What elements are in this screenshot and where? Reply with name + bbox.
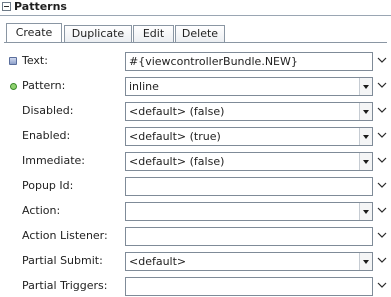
property-row: Immediate: <default> (false) [0,149,391,174]
property-value: <default> (false) [129,155,225,168]
chevron-down-icon[interactable] [377,255,387,265]
property-label: Pattern: [22,79,66,92]
chevron-down-icon[interactable] [377,55,387,65]
property-row: Enabled: <default> (true) [0,124,391,149]
tab-create[interactable]: Create [6,23,62,43]
tab-divider [4,42,387,43]
property-row: Disabled: <default> (false) [0,99,391,124]
chevron-down-icon[interactable] [377,155,387,165]
dropdown-arrow-icon[interactable] [359,128,372,145]
property-combo[interactable]: <default> [125,252,373,271]
property-inspector: Patterns Create Duplicate Edit Delete Te… [0,0,391,297]
section-title: Patterns [14,0,67,13]
property-input[interactable]: #{viewcontrollerBundle.NEW} [125,52,373,71]
property-input[interactable] [125,277,373,296]
property-label: Text: [22,54,48,67]
property-combo[interactable]: <default> (false) [125,152,373,171]
dropdown-arrow-icon[interactable] [359,78,372,95]
property-row: Partial Submit: <default> [0,249,391,274]
property-label: Immediate: [22,154,86,167]
property-input[interactable] [125,177,373,196]
chevron-down-icon[interactable] [377,230,387,240]
property-input[interactable] [125,227,373,246]
property-label: Disabled: [22,104,74,117]
property-row: Partial Triggers: [0,274,391,297]
property-combo[interactable]: inline [125,77,373,96]
dropdown-arrow-icon[interactable] [359,153,372,170]
property-row: Pattern: inline [0,74,391,99]
property-label: Partial Triggers: [22,279,108,292]
property-label: Action: [22,204,61,217]
property-row: Popup Id: [0,174,391,199]
chevron-down-icon[interactable] [377,130,387,140]
dropdown-arrow-icon[interactable] [359,203,372,220]
property-label: Partial Submit: [22,254,103,267]
property-row: Text: #{viewcontrollerBundle.NEW} [0,49,391,74]
property-combo[interactable]: <default> (true) [125,127,373,146]
section-header[interactable]: Patterns [0,0,391,16]
property-value: <default> (false) [129,105,225,118]
tab-edit[interactable]: Edit [133,25,174,42]
tab-delete[interactable]: Delete [175,25,225,42]
collapse-minus-icon[interactable] [2,2,11,11]
property-label: Popup Id: [22,179,74,192]
required-icon [10,83,17,90]
property-combo[interactable]: <default> (false) [125,102,373,121]
dropdown-arrow-icon[interactable] [359,103,372,120]
property-row: Action: [0,199,391,224]
chevron-down-icon[interactable] [377,280,387,290]
tab-bar: Create Duplicate Edit Delete [0,15,391,43]
property-row: Action Listener: [0,224,391,249]
chevron-down-icon[interactable] [377,105,387,115]
property-combo[interactable] [125,202,373,221]
binding-icon [9,57,17,65]
property-value: #{viewcontrollerBundle.NEW} [129,55,298,68]
dropdown-arrow-icon[interactable] [359,253,372,270]
property-value: inline [129,80,159,93]
chevron-down-icon[interactable] [377,80,387,90]
property-value: <default> [129,255,187,268]
chevron-down-icon[interactable] [377,180,387,190]
property-label: Action Listener: [22,229,108,242]
chevron-down-icon[interactable] [377,205,387,215]
property-label: Enabled: [22,129,71,142]
tab-duplicate[interactable]: Duplicate [64,25,132,42]
property-value: <default> (true) [129,130,221,143]
